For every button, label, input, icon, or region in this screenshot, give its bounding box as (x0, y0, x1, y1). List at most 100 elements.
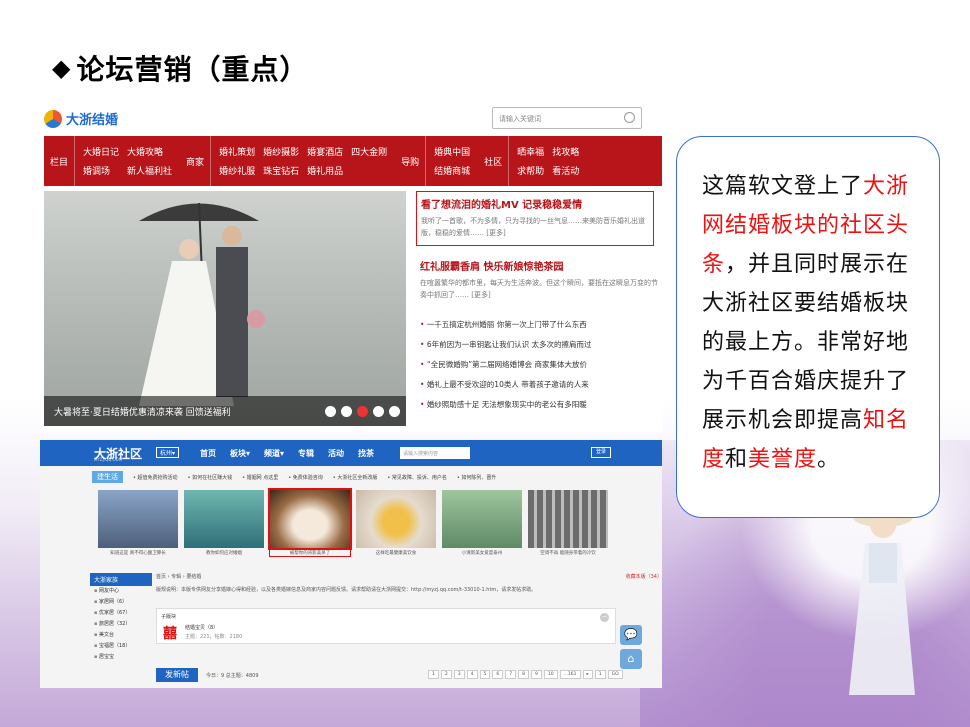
nav-link[interactable]: 婚纱礼服 (219, 164, 255, 177)
nav-category[interactable]: 导购 (395, 136, 427, 186)
home-icon[interactable]: ⌂ (620, 649, 642, 669)
sub-board-name[interactable]: 结婚宝贝（8） (185, 624, 218, 631)
carousel-dot[interactable] (389, 406, 400, 417)
page-link[interactable]: 8 (518, 670, 529, 679)
nav-category[interactable]: 商家 (180, 136, 212, 186)
nav-link[interactable]: 婚礼策划 (219, 145, 255, 158)
search-input[interactable]: 请输入关键词 (492, 107, 642, 129)
nav-group-community: 社区 晒幸福 找攻略 求帮助 看活动 (478, 136, 587, 186)
next-page-icon[interactable]: ▸ (582, 670, 593, 679)
list-item[interactable]: 一千五搞定杭州婚丽 你第一次上门带了什么东西 (420, 315, 658, 335)
page-link[interactable]: 7 (505, 670, 517, 679)
nav-link[interactable]: 四大金刚 (351, 145, 387, 158)
nav-link[interactable]: 婚礼用品 (307, 164, 343, 177)
ticker-item[interactable]: • 如何陈列、晋升 (457, 474, 497, 481)
featured-title[interactable]: 看了想流泪的婚礼MV 记录稳稳爱情 (421, 196, 649, 211)
nav-link[interactable]: 大婚日记 (83, 145, 119, 158)
page-jump-input[interactable]: 1 (594, 670, 606, 679)
menu-item[interactable]: 板块▾ (230, 448, 250, 459)
new-post-button[interactable]: 发新帖 (156, 668, 198, 682)
page-link[interactable]: 4 (466, 670, 478, 679)
ticker-item[interactable]: • 如何在社区赚大钱 (188, 474, 233, 481)
list-item[interactable]: 婚纱照助感十足 无法想象现实中的老公有多阳暖 (420, 395, 658, 415)
thumbnail-card-highlighted[interactable]: 被帮你的背影美呆了 (268, 488, 352, 557)
nav-category[interactable]: 栏目 (44, 136, 76, 186)
page-link[interactable]: 5 (479, 670, 491, 679)
ticker-item[interactable]: • 大浙社区全新改版 (333, 474, 378, 481)
menu-item[interactable]: 频道▾ (264, 448, 284, 459)
collapse-icon[interactable]: − (600, 613, 609, 622)
menu-item[interactable]: 首页 (200, 448, 216, 459)
go-button[interactable]: GO (607, 670, 623, 679)
sidebar-item[interactable]: 宝福居（18） (90, 641, 152, 652)
nav-group-merchants: 商家 婚礼策划 婚纱摄影 婚宴酒店 四大金刚 婚纱礼服 珠宝钻石 婚礼用品 (180, 136, 395, 186)
nav-link[interactable]: 婚纱摄影 (263, 145, 299, 158)
nav-link[interactable]: 婚典中国 (434, 145, 470, 158)
page-link[interactable]: 9 (531, 670, 542, 679)
menu-item[interactable]: 活动 (328, 448, 344, 459)
sidebar-item[interactable]: 美文台 (90, 630, 152, 641)
page-link[interactable]: ...161 (559, 670, 581, 679)
sidebar-item[interactable]: 网友中心 (90, 586, 152, 597)
menu-item[interactable]: 找茶 (358, 448, 374, 459)
city-selector[interactable]: 杭州▾ (156, 447, 180, 458)
nav-link[interactable]: 找攻略 (552, 145, 579, 158)
page-link[interactable]: 1 (428, 670, 439, 679)
breadcrumb[interactable]: 首页 › 专辑 › 要结婚 (156, 573, 616, 582)
nav-link[interactable]: 求帮助 (517, 164, 544, 177)
nav-category[interactable]: 社区 (478, 136, 510, 186)
carousel-dot[interactable] (357, 406, 368, 417)
page-link[interactable]: 10 (543, 670, 558, 679)
ticker-item[interactable]: • 常见故障、投诉、用户名 (387, 474, 447, 481)
carousel-caption-text: 大暑将至·夏日结婚优惠清凉来袭 回馈送福利 (54, 407, 231, 418)
page-link[interactable]: 6 (492, 670, 504, 679)
sub-board-stats: 主题：221，帖数：2180 (185, 634, 243, 640)
thumbnail-card[interactable]: 小清新美女爱度泰州 (442, 490, 522, 556)
sidebar-item[interactable]: 优家居（67） (90, 608, 152, 619)
sidebar-item[interactable]: 居宝宝 (90, 652, 152, 663)
list-item[interactable]: 6年前因为一串钥匙让我们认识 太多次的擦肩而过 (420, 335, 658, 355)
nav-link[interactable]: 婚调场 (83, 164, 119, 177)
favorite-board-button[interactable]: 收藏本版（34） (626, 573, 662, 580)
page-link[interactable]: 3 (453, 670, 465, 679)
carousel-dot[interactable] (341, 406, 352, 417)
featured-headline[interactable]: 看了想流泪的婚礼MV 记录稳稳爱情 我听了一首歌，不为多情，只为寻找的一丝气息…… (416, 191, 654, 246)
sidebar-item[interactable]: 家居网（6） (90, 597, 152, 608)
ticker-item[interactable]: • 婚姻网 点这里 (242, 474, 278, 481)
sidebar-item[interactable]: 旅居居（32） (90, 619, 152, 630)
list-item[interactable]: “全民微婚购”第二届网络婚博会 商家集体大放价 (420, 355, 658, 375)
carousel-dot[interactable] (325, 406, 336, 417)
site-logo[interactable]: 大浙结婚 (44, 109, 118, 128)
callout-text: 这篇软文登上了 (702, 174, 864, 199)
logo-text: 大浙结婚 (66, 113, 119, 128)
thumbnail-card[interactable]: 这样吃最健康美饮食 (356, 490, 436, 556)
page-link[interactable]: 2 (440, 670, 452, 679)
thumbnail-image (442, 490, 522, 548)
headline-column: 看了想流泪的婚礼MV 记录稳稳爱情 我听了一首歌，不为多情，只为寻找的一丝气息…… (416, 191, 662, 415)
nav-link[interactable]: 结婚商城 (434, 164, 470, 177)
nav-link[interactable]: 晒幸福 (517, 145, 544, 158)
girl-in-hat-illustration (849, 507, 915, 695)
forum-sidebar: 大浙家族 网友中心 家居网（6） 优家居（67） 旅居居（32） 美文台 宝福居… (90, 573, 152, 663)
nav-link[interactable]: 新人福利社 (127, 164, 172, 177)
thumbnail-card[interactable]: 空调不再 能随身带着的冷饮 (528, 490, 608, 556)
nav-link[interactable]: 看活动 (552, 164, 579, 177)
thumbnail-card[interactable]: 教你如何应对婚姻 (184, 490, 264, 556)
callout-text: 和 (725, 447, 749, 472)
ticker-item[interactable]: • 免费体验咨询 (288, 474, 323, 481)
second-desc: 在喧嚣繁华的都市里，每天为生活奔波。但这个瞬间，要抵在这瞬息万变的节奏中抓回了…… (420, 279, 658, 299)
thumbnail-card[interactable]: 知道这是 真不得心酸卫算长 (98, 490, 178, 556)
chat-icon[interactable]: 💬 (620, 625, 642, 645)
menu-item[interactable]: 专辑 (298, 448, 314, 459)
carousel-dot[interactable] (373, 406, 384, 417)
community-search-input[interactable]: 请输入搜索内容 (400, 447, 470, 459)
nav-link[interactable]: 大婚攻略 (127, 145, 172, 158)
nav-link[interactable]: 珠宝钻石 (263, 164, 299, 177)
search-icon[interactable] (624, 112, 635, 123)
wedding-photo-carousel[interactable]: 大暑将至·夏日结婚优惠清凉来袭 回馈送福利 (44, 191, 406, 426)
nav-link[interactable]: 婚宴酒店 (307, 145, 343, 158)
login-button[interactable]: 登录 (591, 447, 611, 458)
ticker-item[interactable]: • 超值免费抢购活动 (133, 474, 178, 481)
second-title[interactable]: 红礼服霸香肩 快乐新娘惊艳茶园 (420, 258, 658, 273)
list-item[interactable]: 婚礼上最不受欢迎的10类人 带着孩子邀请的人来 (420, 375, 658, 395)
